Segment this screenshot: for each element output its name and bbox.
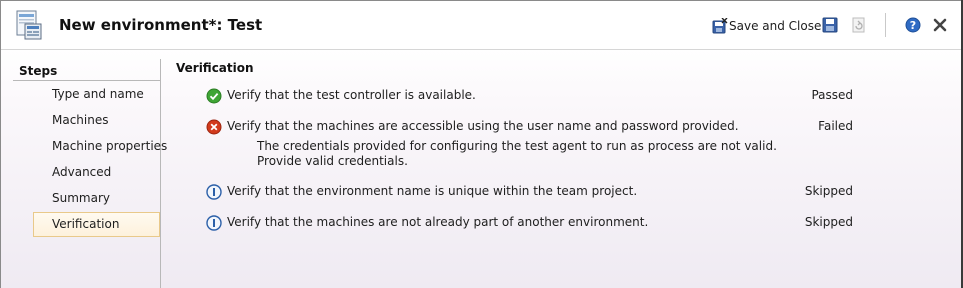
check-status: Passed — [811, 88, 853, 102]
save-and-close-button[interactable]: Save and Close — [712, 17, 821, 35]
step-machines[interactable]: Machines — [33, 108, 160, 133]
step-advanced[interactable]: Advanced — [33, 160, 160, 185]
svg-text:?: ? — [910, 19, 916, 32]
verification-check-row: Verify that the machines are not already… — [206, 214, 866, 232]
steps-divider — [13, 80, 161, 81]
skipped-info-icon — [206, 215, 222, 231]
step-verification[interactable]: Verification — [33, 212, 160, 237]
verification-heading: Verification — [176, 61, 254, 75]
check-text: Verify that the test controller is avail… — [227, 88, 476, 102]
check-status: Skipped — [804, 215, 853, 229]
save-icon[interactable] — [822, 17, 838, 33]
new-environment-window: New environment*: Test Save and Close ? — [0, 0, 963, 288]
toolbar-separator — [885, 13, 886, 37]
skipped-info-icon — [206, 184, 222, 200]
step-summary[interactable]: Summary — [33, 186, 160, 211]
header-divider — [1, 49, 962, 50]
help-icon[interactable]: ? — [905, 17, 921, 33]
verification-check-row: Verify that the environment name is uniq… — [206, 183, 866, 201]
page-title: New environment*: Test — [59, 16, 263, 34]
header: New environment*: Test Save and Close ? — [1, 1, 962, 49]
check-text: Verify that the machines are not already… — [227, 215, 649, 229]
failed-x-icon — [206, 119, 222, 135]
refresh-icon[interactable] — [851, 17, 867, 33]
failure-detail-text: The credentials provided for configuring… — [257, 139, 777, 168]
verification-check-row: Verify that the machines are accessible … — [206, 118, 866, 136]
save-and-close-label: Save and Close — [729, 19, 822, 33]
check-text: Verify that the environment name is uniq… — [227, 184, 638, 198]
steps-heading: Steps — [19, 64, 58, 78]
verification-check-row: Verify that the test controller is avail… — [206, 87, 866, 105]
environment-app-icon — [16, 10, 42, 40]
check-status: Failed — [818, 119, 853, 133]
check-text: Verify that the machines are accessible … — [227, 119, 739, 133]
close-icon[interactable] — [932, 17, 948, 33]
step-machine-properties[interactable]: Machine properties — [33, 134, 167, 159]
passed-check-icon — [206, 88, 222, 104]
check-status: Skipped — [804, 184, 853, 198]
save-and-close-icon — [712, 18, 728, 34]
step-type-and-name[interactable]: Type and name — [33, 82, 160, 107]
